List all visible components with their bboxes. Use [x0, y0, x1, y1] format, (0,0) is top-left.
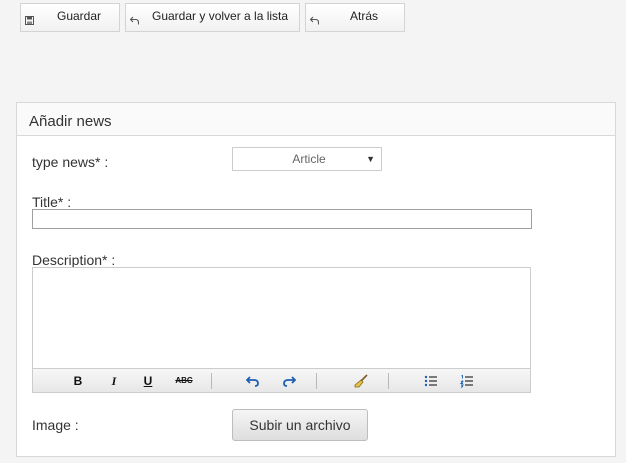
- type-news-select[interactable]: Article ▼: [232, 147, 382, 171]
- back-button-label: Atrás: [350, 9, 379, 23]
- image-label: Image :: [32, 417, 79, 433]
- italic-button[interactable]: I: [103, 372, 125, 390]
- redo-icon: [283, 376, 297, 387]
- save-and-return-button[interactable]: Guardar y volver a la lista: [125, 3, 300, 32]
- broom-icon: [354, 374, 368, 388]
- bullet-list-icon: [424, 375, 437, 387]
- save-and-return-label: Guardar y volver a la lista: [152, 9, 289, 23]
- clear-formatting-button[interactable]: [350, 372, 372, 390]
- redo-button[interactable]: [278, 372, 300, 390]
- numbered-list-icon: [459, 374, 473, 388]
- dropdown-arrow-icon: ▼: [366, 154, 375, 164]
- panel-header: Añadir news: [17, 103, 615, 136]
- add-news-panel: Añadir news type news* : Article ▼ Title…: [16, 102, 616, 457]
- strikethrough-button[interactable]: ABC: [173, 372, 195, 390]
- back-button[interactable]: Atrás: [305, 3, 405, 32]
- upload-file-button[interactable]: Subir un archivo: [232, 409, 368, 441]
- description-editor: B I U ABC: [32, 267, 531, 393]
- undo-button[interactable]: [242, 372, 264, 390]
- toolbar-separator: [211, 373, 212, 389]
- numbered-list-button[interactable]: [456, 372, 478, 390]
- bulleted-list-button[interactable]: [420, 372, 442, 390]
- type-news-label: type news* :: [32, 154, 109, 170]
- undo-icon: [245, 376, 259, 387]
- title-label: Title* :: [32, 194, 72, 210]
- toolbar-separator: [388, 373, 389, 389]
- undo-arrow-icon: [129, 16, 140, 25]
- title-input[interactable]: [32, 209, 532, 229]
- save-button[interactable]: Guardar: [20, 3, 120, 32]
- panel-title: Añadir news: [29, 113, 112, 130]
- description-textarea[interactable]: [33, 268, 530, 368]
- save-button-label: Guardar: [57, 9, 102, 23]
- description-label: Description* :: [32, 252, 116, 268]
- toolbar-separator: [316, 373, 317, 389]
- editor-toolbar: B I U ABC: [33, 368, 530, 392]
- bold-button[interactable]: B: [67, 372, 89, 390]
- underline-button[interactable]: U: [137, 372, 159, 390]
- back-arrow-icon: [309, 16, 320, 25]
- floppy-disk-icon: [25, 16, 34, 25]
- type-news-selected-value: Article: [292, 152, 326, 166]
